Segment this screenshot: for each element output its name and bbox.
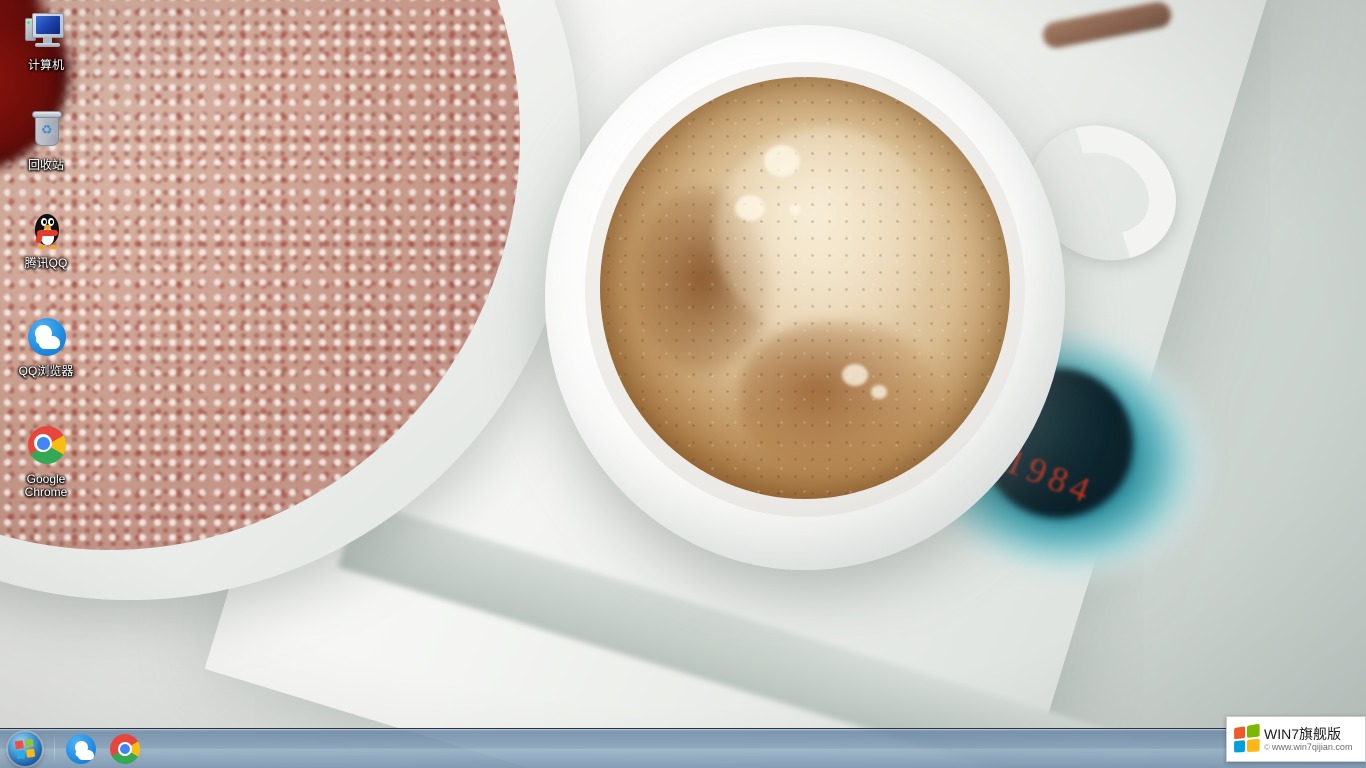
desktop-icon-computer[interactable]: 计算机 <box>4 10 88 72</box>
desktop-icon-label: 回收站 <box>27 158 64 172</box>
windows-start-orb-icon <box>8 731 42 766</box>
qq-browser-icon <box>66 733 96 764</box>
desktop-icon-label: QQ浏览器 <box>18 364 74 378</box>
crema-speckle <box>600 77 1010 499</box>
watermark-text: WIN7旗舰版 www.win7qijian.com <box>1264 726 1352 753</box>
watermark-popup[interactable]: WIN7旗舰版 www.win7qijian.com <box>1226 716 1366 762</box>
desktop-icon-label: Google Chrome <box>24 472 68 499</box>
foam-bubble <box>841 363 868 386</box>
watermark-url: www.win7qijian.com <box>1264 742 1353 753</box>
desktop-icon-label: 腾讯QQ <box>24 256 68 270</box>
taskbar-item-qq-browser[interactable] <box>60 731 102 767</box>
windows-logo-icon <box>1234 723 1260 753</box>
recycle-bin-icon: ♻ <box>24 110 68 154</box>
desktop-icon-label: 计算机 <box>27 58 64 72</box>
desktop-icon-tencent-qq[interactable]: 腾讯QQ <box>4 208 88 270</box>
foam-bubble <box>764 144 800 177</box>
foam-bubble <box>870 385 887 400</box>
qq-browser-icon <box>24 316 68 360</box>
desktop-icon-qq-browser[interactable]: QQ浏览器 <box>4 316 88 378</box>
desktop-wallpaper[interactable]: 1984 <box>0 0 1366 768</box>
google-chrome-icon <box>110 733 140 764</box>
foam-bubble <box>788 203 801 215</box>
desktop-icon-recycle-bin[interactable]: ♻ 回收站 <box>4 110 88 172</box>
desktop-icon-google-chrome[interactable]: Google Chrome <box>4 424 88 499</box>
google-chrome-icon <box>24 424 68 468</box>
start-button[interactable] <box>0 730 50 768</box>
taskbar-divider <box>54 734 55 763</box>
taskbar-item-google-chrome[interactable] <box>104 731 146 767</box>
watermark-title: WIN7旗舰版 <box>1264 725 1341 742</box>
taskbar[interactable]: 中 <box>0 728 1366 768</box>
computer-icon <box>24 10 68 54</box>
tencent-qq-icon <box>24 208 68 252</box>
coffee-surface <box>600 77 1010 499</box>
